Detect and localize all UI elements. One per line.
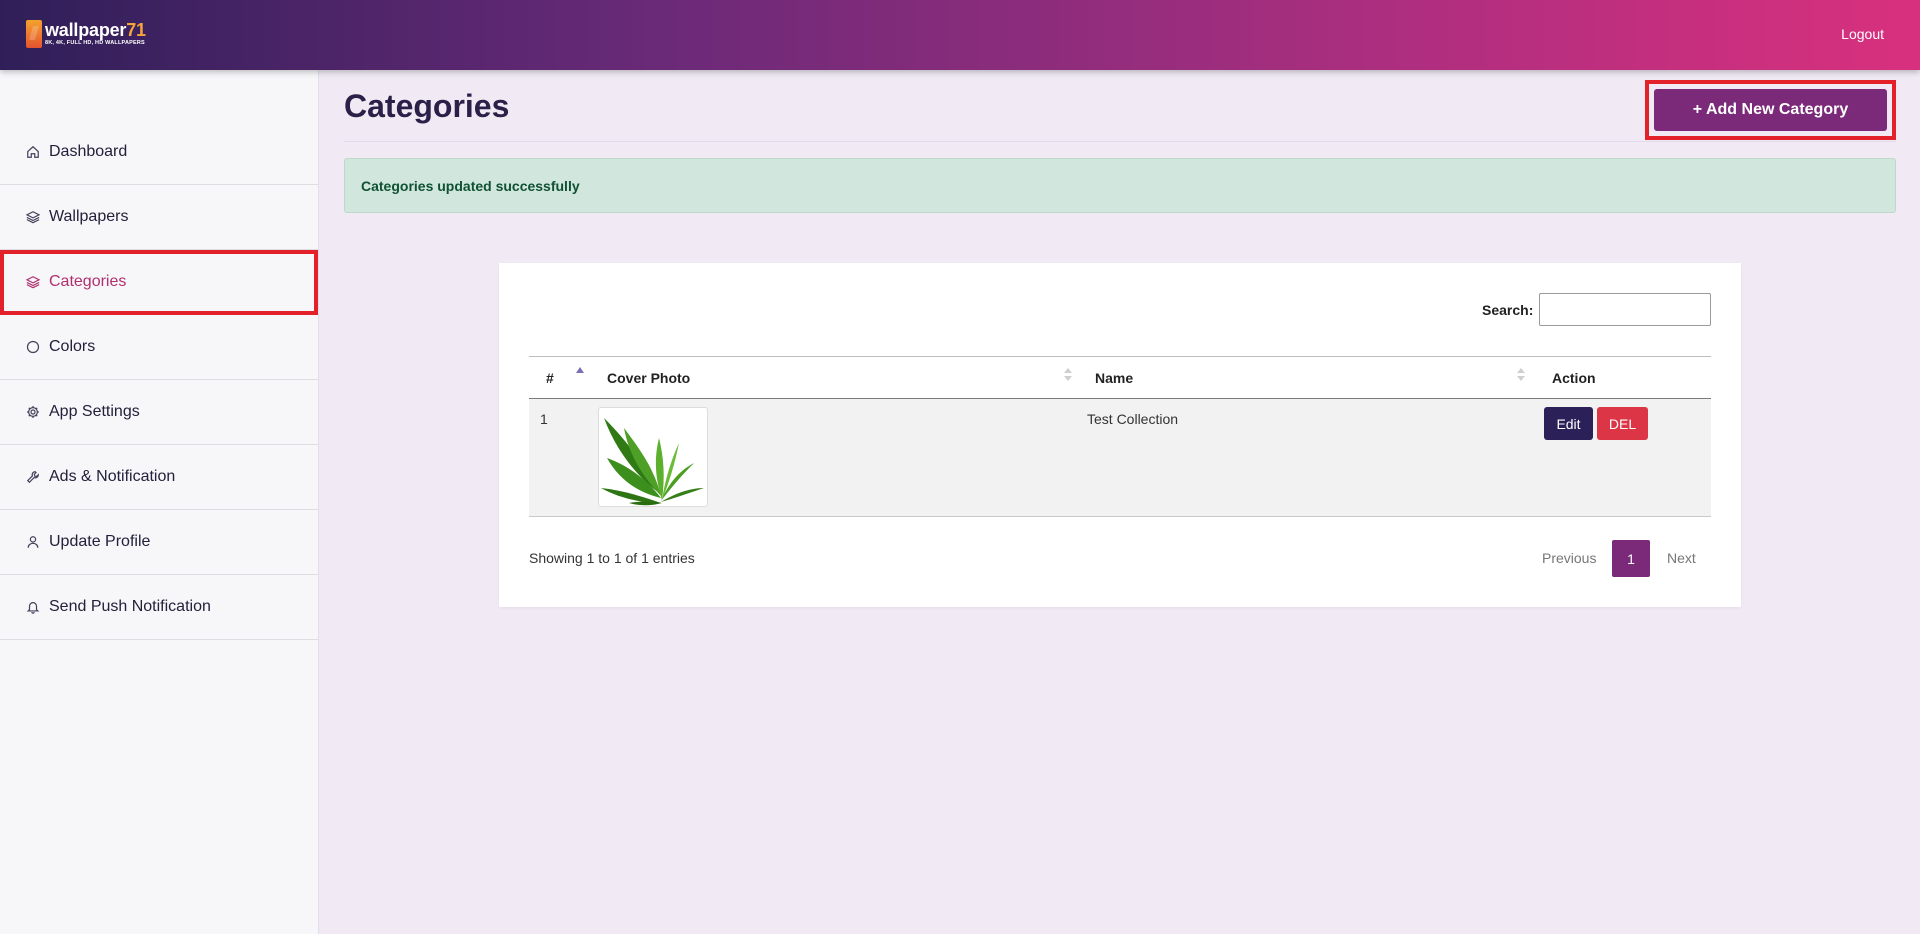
title-divider xyxy=(344,141,1896,142)
add-new-category-button[interactable]: + Add New Category xyxy=(1654,89,1887,131)
table-header: # Cover Photo Name Action xyxy=(529,356,1711,399)
sidebar-item-colors[interactable]: Colors xyxy=(0,315,318,380)
cover-photo-thumbnail xyxy=(598,407,708,507)
pagination-next[interactable]: Next xyxy=(1667,550,1696,566)
sidebar-item-update-profile[interactable]: Update Profile xyxy=(0,510,318,575)
sidebar-item-label: Wallpapers xyxy=(49,208,129,225)
top-navbar: wallpaper71 8K, 4K, FULL HD, HD WALLPAPE… xyxy=(0,0,1920,70)
brand-logo[interactable]: wallpaper71 8K, 4K, FULL HD, HD WALLPAPE… xyxy=(26,20,146,48)
column-header-action: Action xyxy=(1552,370,1596,386)
table-row: 1 Test Collection Edit DEL xyxy=(529,399,1711,517)
sidebar-nav: Dashboard Wallpapers Categories Colors A… xyxy=(0,120,318,640)
gear-icon xyxy=(25,405,40,420)
sidebar-item-label: Dashboard xyxy=(49,143,128,160)
search-label: Search: xyxy=(1482,302,1534,318)
category-name: Test Collection xyxy=(1087,411,1179,427)
sidebar-item-send-push-notification[interactable]: Send Push Notification xyxy=(0,575,318,640)
success-alert: Categories updated successfully xyxy=(344,158,1896,213)
logout-link[interactable]: Logout xyxy=(1841,26,1884,42)
categories-table: # Cover Photo Name Action 1 Test Collect… xyxy=(529,356,1711,517)
search-input[interactable] xyxy=(1539,293,1711,326)
sort-asc-icon xyxy=(576,367,584,373)
column-header-name[interactable]: Name xyxy=(1095,370,1133,386)
page-title: Categories xyxy=(344,88,510,124)
layers-icon xyxy=(25,275,40,290)
sidebar-item-ads-notification[interactable]: Ads & Notification xyxy=(0,445,318,510)
add-category-highlight: + Add New Category xyxy=(1645,80,1896,140)
column-header-cover-photo[interactable]: Cover Photo xyxy=(607,370,690,386)
sidebar-item-app-settings[interactable]: App Settings xyxy=(0,380,318,445)
delete-button[interactable]: DEL xyxy=(1597,407,1648,440)
pagination-previous[interactable]: Previous xyxy=(1542,550,1596,566)
layers-icon xyxy=(25,210,40,225)
brand-tagline: 8K, 4K, FULL HD, HD WALLPAPERS xyxy=(45,40,145,47)
bell-icon xyxy=(25,600,40,615)
sort-icon xyxy=(1064,368,1072,384)
sidebar-item-label: Colors xyxy=(49,338,96,355)
column-header-index[interactable]: # xyxy=(546,370,554,386)
sidebar-item-categories[interactable]: Categories xyxy=(0,250,318,315)
brand-title: wallpaper71 xyxy=(45,20,146,41)
user-icon xyxy=(25,535,40,550)
wrench-icon xyxy=(25,470,40,485)
row-index: 1 xyxy=(540,411,548,427)
leaf-image xyxy=(601,418,704,506)
home-icon xyxy=(25,145,40,160)
sidebar-item-wallpapers[interactable]: Wallpapers xyxy=(0,185,318,250)
phone-logo-icon xyxy=(26,20,42,48)
sidebar-item-dashboard[interactable]: Dashboard xyxy=(0,120,318,185)
table-info: Showing 1 to 1 of 1 entries xyxy=(529,550,695,566)
categories-table-card: Search: # Cover Photo Name Action 1 Test… xyxy=(499,263,1741,607)
pagination-page-1[interactable]: 1 xyxy=(1612,540,1650,577)
sidebar-item-label: Update Profile xyxy=(49,533,151,550)
sidebar-item-label: Send Push Notification xyxy=(49,598,211,615)
circle-icon xyxy=(25,340,40,355)
sort-icon xyxy=(1517,368,1525,384)
edit-button[interactable]: Edit xyxy=(1544,407,1593,440)
sidebar-item-label: Categories xyxy=(49,273,127,290)
sidebar-item-label: App Settings xyxy=(49,403,140,420)
sidebar-item-label: Ads & Notification xyxy=(49,468,176,485)
sidebar: Dashboard Wallpapers Categories Colors A… xyxy=(0,70,319,934)
